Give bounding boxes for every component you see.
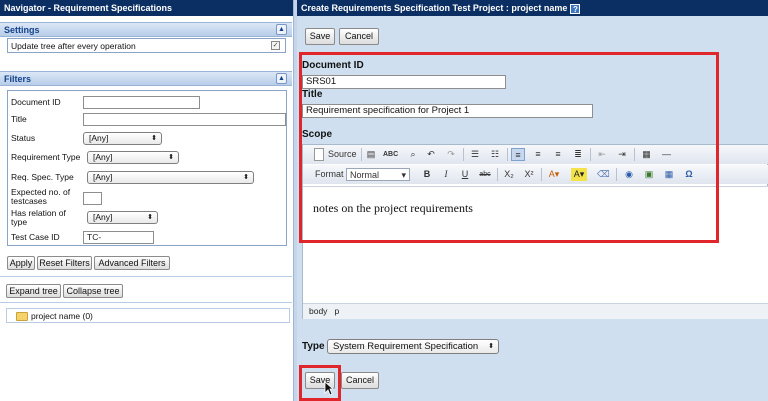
cancel-button-bottom[interactable]: Cancel — [341, 372, 379, 389]
collapse-up-icon[interactable]: ▲ — [276, 24, 287, 35]
filter-has-relation-select[interactable]: [Any] ⬍ — [87, 211, 158, 224]
filters-header[interactable]: Filters ▲ — [0, 71, 292, 86]
form-title: Create Requirements Specification Test P… — [301, 3, 568, 13]
filter-requirement-type-value: [Any] — [93, 152, 113, 162]
expand-tree-button[interactable]: Expand tree — [6, 284, 61, 298]
dropdown-arrow-icon: ⬍ — [168, 154, 174, 161]
filter-status-label: Status — [11, 133, 36, 143]
tree-node-project[interactable]: project name (0) — [6, 308, 290, 323]
reset-filters-button[interactable]: Reset Filters — [37, 256, 92, 270]
settings-header[interactable]: Settings ▲ — [0, 22, 292, 37]
type-label: Type — [302, 341, 325, 352]
form-title-bar: Create Requirements Specification Test P… — [297, 0, 768, 16]
cancel-button-top[interactable]: Cancel — [339, 28, 379, 45]
navigator-panel: Navigator - Requirement Specifications S… — [0, 0, 293, 401]
update-tree-label: Update tree after every operation — [11, 41, 136, 51]
dropdown-arrow-icon: ⬍ — [147, 214, 153, 221]
filter-title-input[interactable] — [83, 113, 286, 126]
filter-req-spec-type-select[interactable]: [Any] ⬍ — [87, 171, 254, 184]
settings-box: Update tree after every operation ✓ — [7, 38, 286, 53]
path-body[interactable]: body — [309, 306, 327, 316]
folder-icon — [16, 312, 28, 321]
filter-requirement-type-select[interactable]: [Any] ⬍ — [87, 151, 179, 164]
filter-document-id-label: Document ID — [11, 97, 61, 107]
filter-expected-testcases-label: Expected no. of testcases — [11, 187, 71, 206]
tree-node-label: project name (0) — [31, 311, 93, 321]
path-p[interactable]: p — [335, 306, 340, 316]
filter-requirement-type-label: Requirement Type — [11, 152, 81, 162]
advanced-filters-button[interactable]: Advanced Filters — [94, 256, 170, 270]
tree-divider — [0, 302, 292, 303]
filter-has-relation-value: [Any] — [93, 212, 113, 222]
element-path-bar: body p — [303, 303, 768, 319]
annotation-highlight-box — [299, 52, 719, 243]
annotation-highlight-save — [299, 365, 341, 401]
collapse-up-icon[interactable]: ▲ — [276, 73, 287, 84]
filter-has-relation-label: Has relation of type — [11, 208, 66, 227]
filter-test-case-id-label: Test Case ID — [11, 232, 60, 242]
type-select-value: System Requirement Specification — [333, 341, 479, 352]
filters-header-label: Filters — [4, 74, 32, 84]
dropdown-arrow-icon: ⬍ — [243, 174, 249, 181]
update-tree-checkbox[interactable]: ✓ — [271, 41, 280, 50]
filter-req-spec-type-value: [Any] — [93, 172, 113, 182]
filter-req-spec-type-label: Req. Spec. Type — [11, 172, 74, 182]
save-button-top[interactable]: Save — [305, 28, 335, 45]
filter-document-id-input[interactable] — [83, 96, 200, 109]
apply-button[interactable]: Apply — [7, 256, 35, 270]
dropdown-arrow-icon: ⬍ — [151, 135, 157, 142]
create-requirement-spec-form: Create Requirements Specification Test P… — [297, 0, 768, 401]
collapse-tree-button[interactable]: Collapse tree — [63, 284, 123, 298]
dropdown-arrow-icon: ⬍ — [488, 343, 494, 350]
navigator-title: Navigator - Requirement Specifications — [0, 0, 293, 16]
filter-status-select[interactable]: [Any] ⬍ — [83, 132, 162, 145]
filter-title-label: Title — [11, 114, 27, 124]
filter-test-case-id-input[interactable]: TC- — [83, 231, 154, 244]
filters-box: Document ID Title Status [Any] ⬍ Requirem… — [7, 90, 287, 246]
filter-status-value: [Any] — [89, 133, 109, 143]
settings-header-label: Settings — [4, 25, 40, 35]
type-select[interactable]: System Requirement Specification ⬍ — [327, 339, 499, 354]
help-icon[interactable]: ? — [570, 3, 581, 14]
filter-expected-testcases-input[interactable] — [83, 192, 102, 205]
